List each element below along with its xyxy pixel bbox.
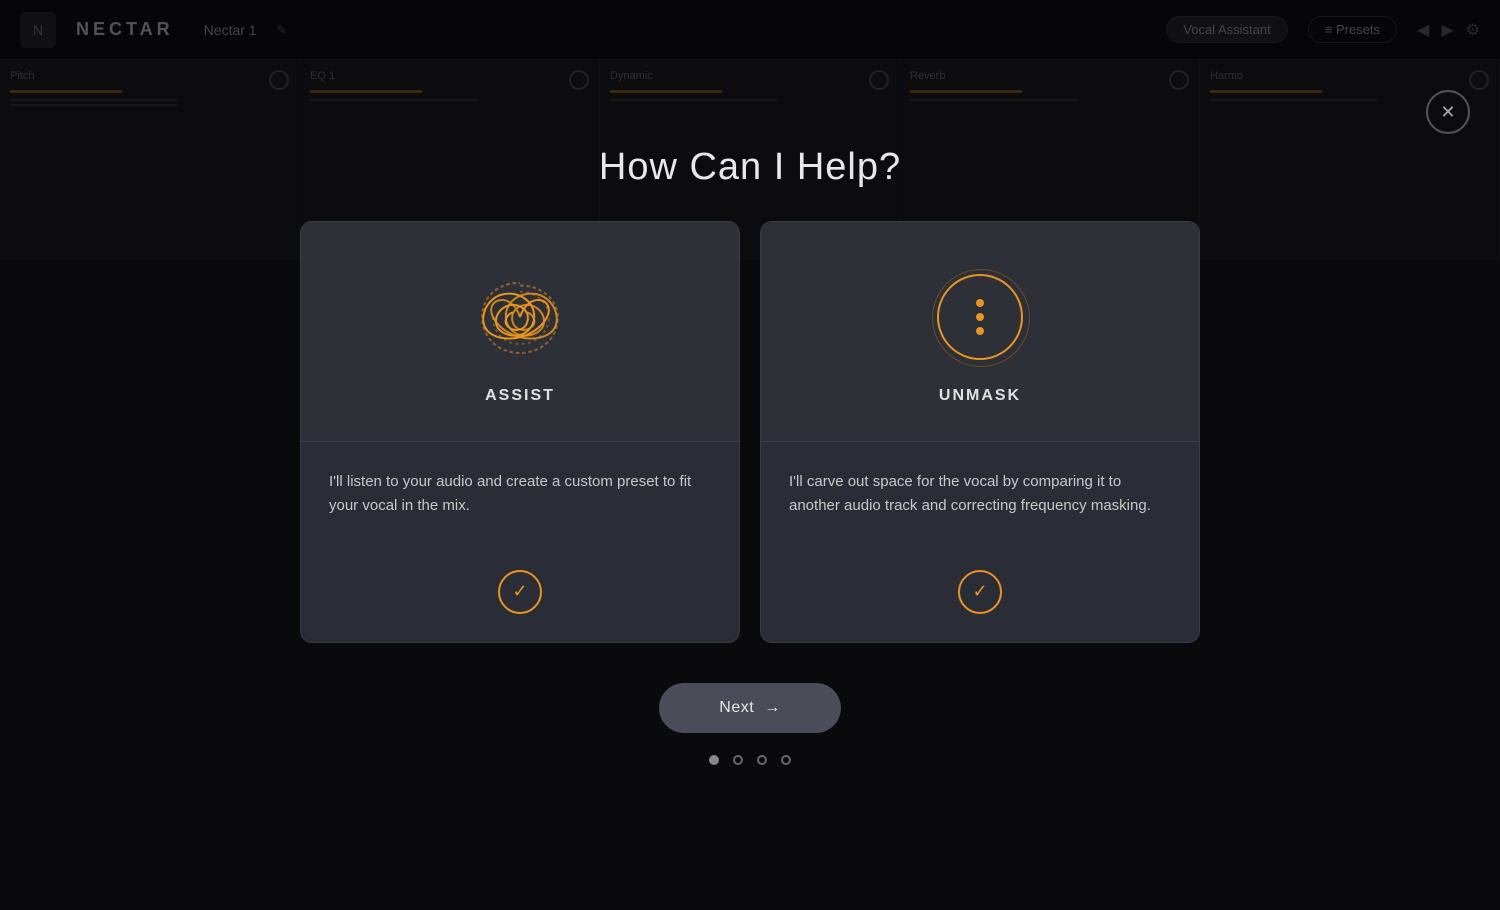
assist-icon	[470, 267, 570, 367]
pagination	[709, 755, 791, 765]
page-dot-3[interactable]	[757, 755, 767, 765]
assist-check: ✓	[329, 570, 711, 614]
modal-title: How Can I Help?	[599, 146, 901, 189]
next-arrow: →	[764, 699, 781, 717]
unmask-card-bottom: I'll carve out space for the vocal by co…	[761, 442, 1199, 642]
unmask-label: UNMASK	[939, 387, 1021, 405]
unmask-check-circle: ✓	[958, 570, 1002, 614]
next-label: Next	[719, 699, 754, 717]
unmask-check: ✓	[789, 570, 1171, 614]
assist-card-bottom: I'll listen to your audio and create a c…	[301, 442, 739, 642]
unmask-dots-icon	[937, 274, 1023, 360]
assist-check-circle: ✓	[498, 570, 542, 614]
modal-container: How Can I Help?	[280, 146, 1220, 765]
page-dot-4[interactable]	[781, 755, 791, 765]
assist-description: I'll listen to your audio and create a c…	[329, 470, 711, 518]
unmask-card[interactable]: UNMASK I'll carve out space for the voca…	[760, 221, 1200, 643]
unmask-icon-container	[930, 267, 1030, 367]
unmask-description: I'll carve out space for the vocal by co…	[789, 470, 1171, 518]
dot-3	[976, 327, 984, 335]
page-dot-1[interactable]	[709, 755, 719, 765]
dot-2	[976, 313, 984, 321]
overlay: ✕ How Can I Help?	[0, 0, 1500, 910]
assist-card-top: ASSIST	[301, 222, 739, 442]
page-dot-2[interactable]	[733, 755, 743, 765]
assist-card[interactable]: ASSIST I'll listen to your audio and cre…	[300, 221, 740, 643]
cards-row: ASSIST I'll listen to your audio and cre…	[300, 221, 1200, 643]
unmask-card-top: UNMASK	[761, 222, 1199, 442]
dot-1	[976, 299, 984, 307]
assist-label: ASSIST	[485, 387, 555, 405]
close-button[interactable]: ✕	[1426, 90, 1470, 134]
next-button[interactable]: Next →	[659, 683, 840, 733]
